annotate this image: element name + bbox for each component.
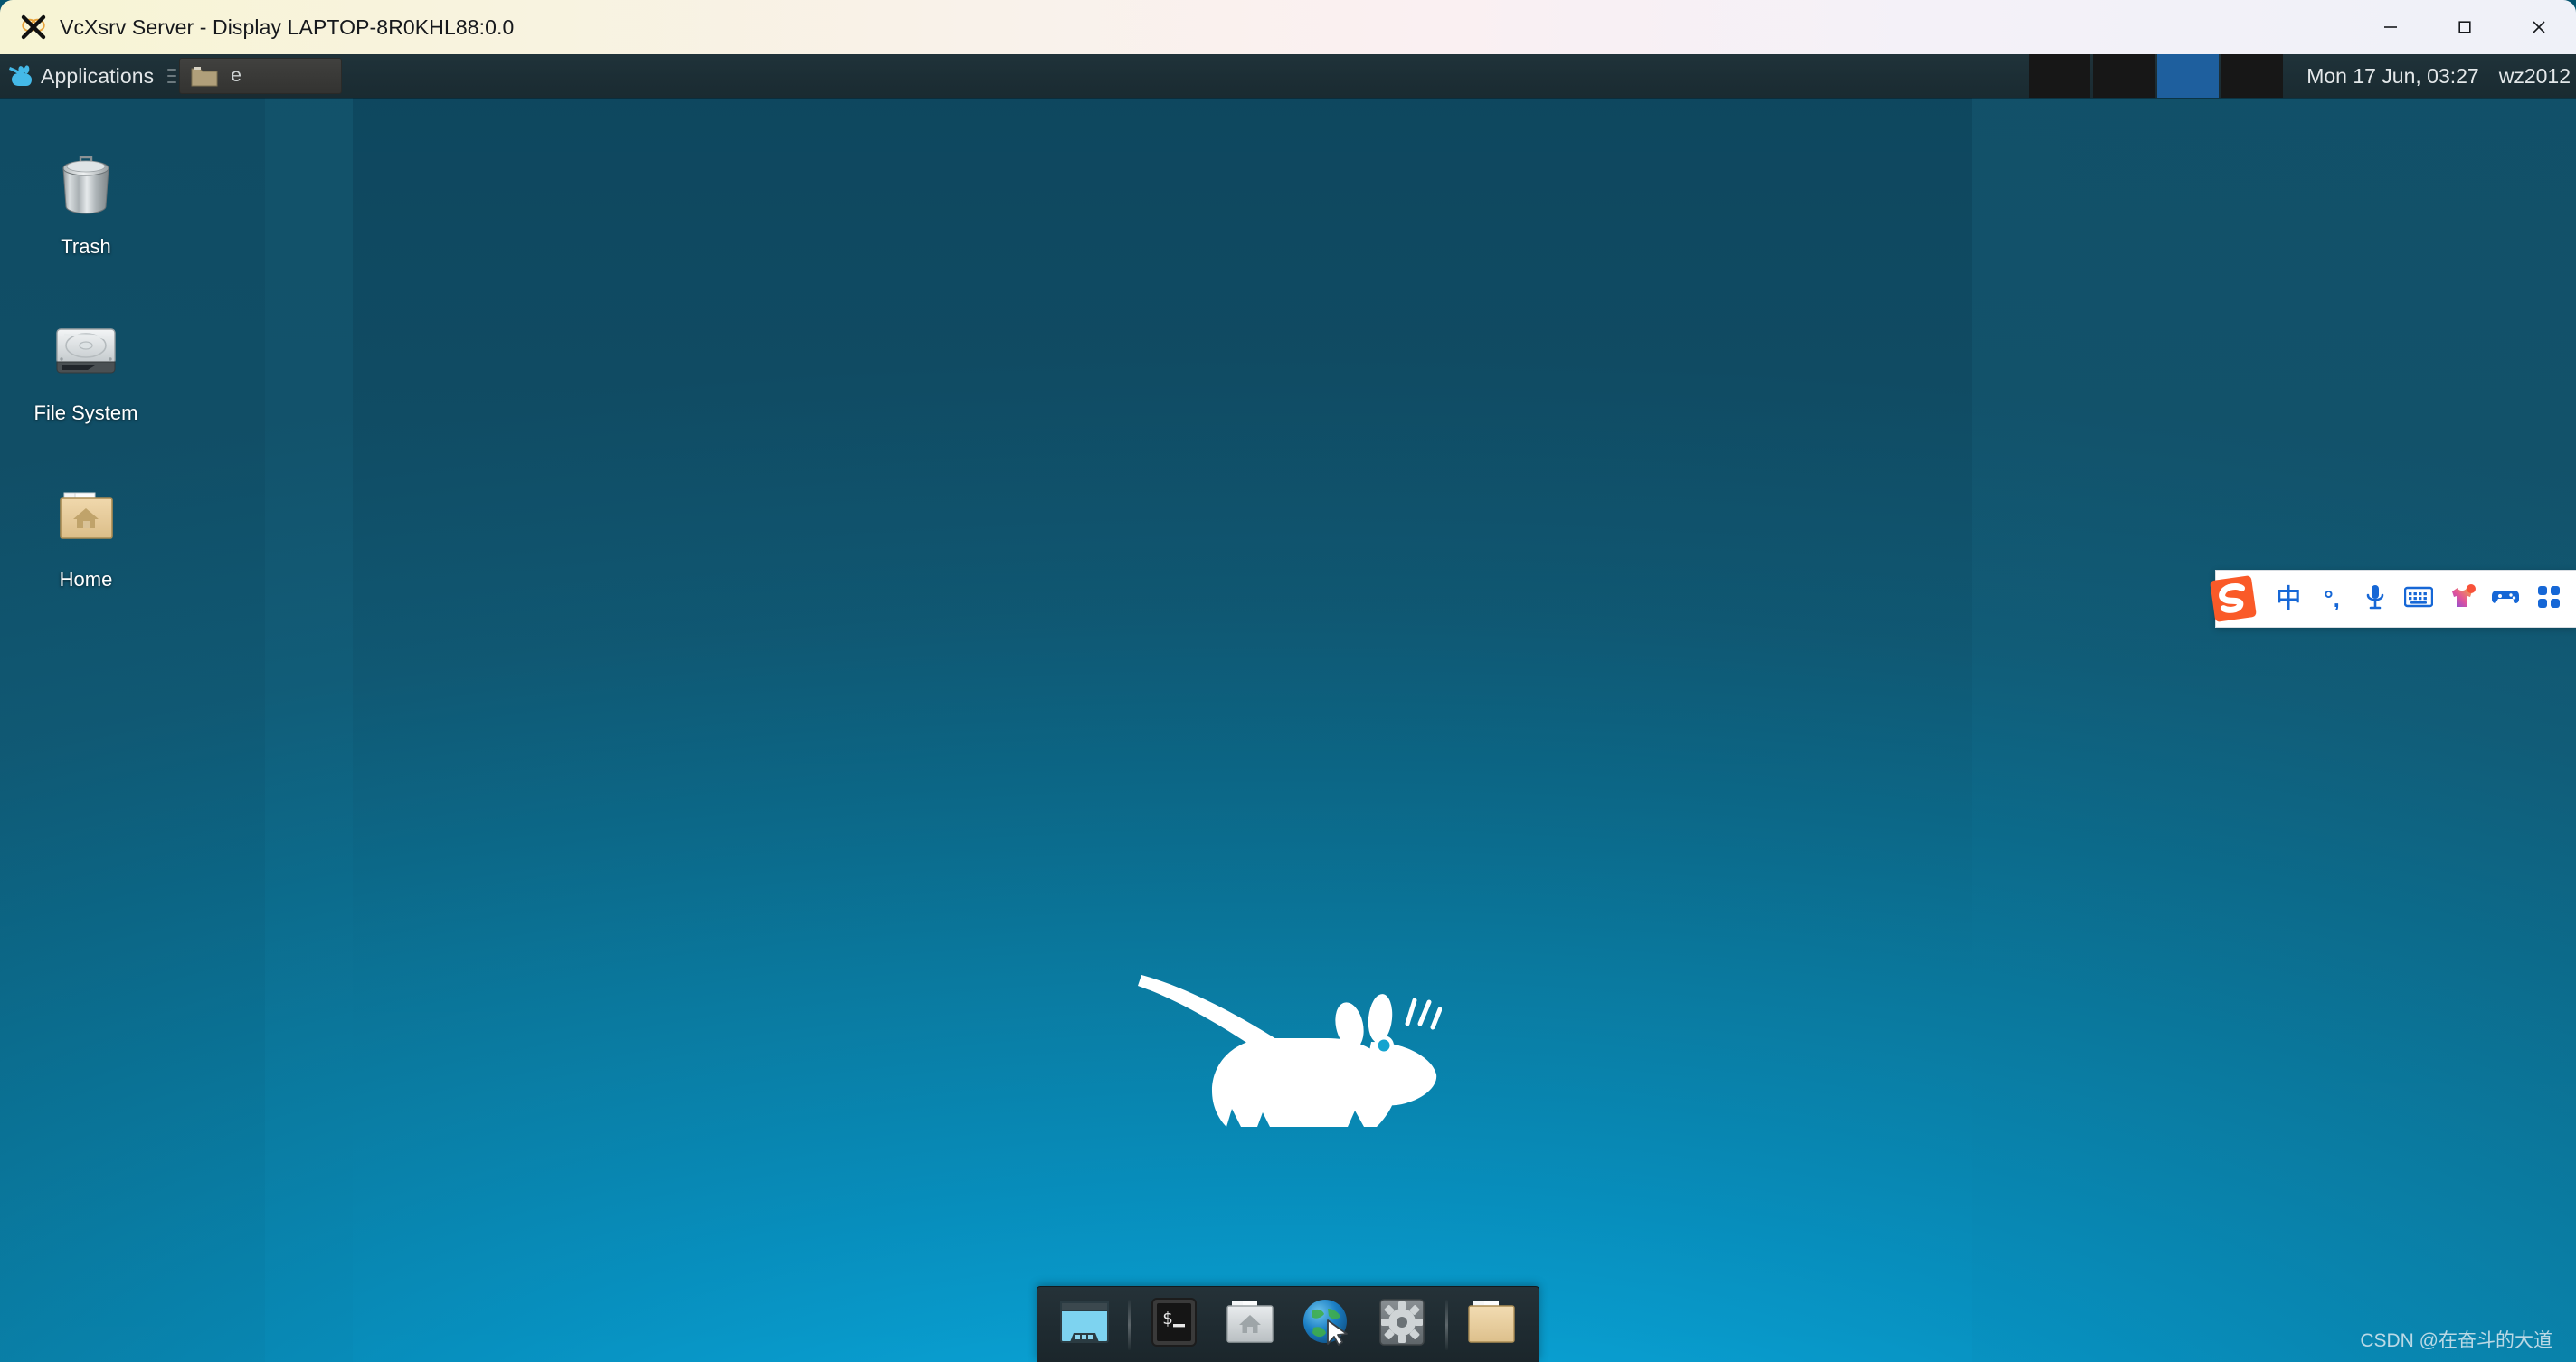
desktop-icon-trash[interactable]: Trash — [0, 134, 172, 264]
home-button[interactable] — [1212, 1292, 1288, 1357]
task-button-label: e — [231, 65, 242, 86]
show-desktop-button[interactable] — [1046, 1292, 1122, 1357]
punctuation-mode-button[interactable]: °, — [2310, 575, 2353, 622]
window-tasklist: e — [179, 54, 2029, 98]
vcxsrv-x-icon — [20, 14, 47, 41]
settings-button[interactable] — [1364, 1292, 1440, 1357]
svg-text:$: $ — [1162, 1309, 1172, 1329]
desktop-icon-label: Trash — [61, 235, 111, 258]
desktop-icon-grid: Trash File System Home — [0, 109, 253, 633]
game-controller-icon — [2491, 586, 2520, 612]
folder-icon — [191, 64, 218, 88]
microphone-icon — [2363, 583, 2387, 615]
skin-center-button[interactable] — [2440, 575, 2484, 622]
desktop-wallpaper[interactable] — [0, 54, 2576, 1362]
keyboard-icon — [2403, 586, 2434, 612]
task-button-e[interactable]: e — [179, 58, 343, 94]
menu-grid-button[interactable] — [2527, 575, 2571, 622]
trash-icon — [44, 143, 128, 226]
dock-separator-2 — [1445, 1299, 1448, 1350]
home-folder-grey-icon — [1225, 1300, 1275, 1349]
desktop-icon-home[interactable]: Home — [0, 467, 172, 597]
desktop-icon-label: Home — [59, 568, 113, 591]
gear-icon — [1378, 1298, 1425, 1351]
punctuation-icon: °, — [2324, 585, 2340, 612]
desktop-icon-file-system[interactable]: File System — [0, 300, 172, 430]
grid-menu-icon — [2537, 585, 2561, 613]
xfce-mouse-logo — [1134, 968, 1443, 1144]
globe-cursor-icon — [1301, 1297, 1351, 1352]
folder-tan-icon — [1466, 1300, 1517, 1349]
vcxsrv-window: VcXsrv Server - Display LAPTOP-8R0KHL88:… — [0, 0, 2576, 1362]
dock-separator-1 — [1128, 1299, 1131, 1350]
titlebar-left-group: VcXsrv Server - Display LAPTOP-8R0KHL88:… — [0, 14, 2353, 41]
workspace-1[interactable] — [2029, 54, 2091, 98]
xfce-top-panel: Applications e Mon 17 Jun, 03:27 wz2012 — [0, 54, 2576, 98]
workspace-switcher — [2029, 54, 2284, 98]
home-folder-icon — [44, 476, 128, 559]
panel-handle-icon[interactable] — [165, 54, 179, 98]
window-title: VcXsrv Server - Display LAPTOP-8R0KHL88:… — [60, 14, 515, 39]
show-desktop-icon — [1059, 1299, 1110, 1350]
sogou-s-logo[interactable] — [2209, 574, 2258, 623]
workspace-2[interactable] — [2093, 54, 2155, 98]
web-browser-button[interactable] — [1288, 1292, 1364, 1357]
window-controls — [2353, 0, 2576, 54]
applications-menu-button[interactable]: Applications — [0, 54, 165, 98]
maximize-button[interactable] — [2428, 0, 2502, 54]
voice-input-button[interactable] — [2353, 575, 2397, 622]
soft-keyboard-button[interactable] — [2397, 575, 2440, 622]
xfce-mouse-icon — [9, 64, 33, 88]
x-desktop-root: Applications e Mon 17 Jun, 03:27 wz2012 … — [0, 54, 2576, 1362]
applications-menu-label: Applications — [41, 63, 155, 88]
user-name-label[interactable]: wz2012 — [2499, 64, 2571, 89]
clock-label[interactable]: Mon 17 Jun, 03:27 — [2306, 64, 2479, 89]
workspace-3[interactable] — [2157, 54, 2220, 98]
sogou-ime-toolbar: 中 °, — [2210, 570, 2576, 628]
input-mode-chinese-button[interactable]: 中 — [2267, 575, 2310, 622]
desktop-icon-label: File System — [33, 402, 138, 424]
panel-clock-area: Mon 17 Jun, 03:27 wz2012 — [2283, 54, 2576, 98]
window-titlebar: VcXsrv Server - Display LAPTOP-8R0KHL88:… — [0, 0, 2576, 54]
file-manager-button[interactable] — [1454, 1292, 1530, 1357]
close-button[interactable] — [2502, 0, 2576, 54]
harddisk-icon — [44, 309, 128, 393]
skin-shirt-icon — [2448, 583, 2476, 614]
terminal-icon: $ — [1151, 1297, 1198, 1352]
terminal-button[interactable]: $ — [1136, 1292, 1212, 1357]
xfce-bottom-dock: $ — [1037, 1286, 1539, 1362]
game-mode-button[interactable] — [2484, 575, 2527, 622]
minimize-button[interactable] — [2353, 0, 2428, 54]
chinese-character-icon: 中 — [2275, 584, 2301, 612]
wallpaper-bands — [0, 54, 2576, 1362]
workspace-4[interactable] — [2221, 54, 2284, 98]
